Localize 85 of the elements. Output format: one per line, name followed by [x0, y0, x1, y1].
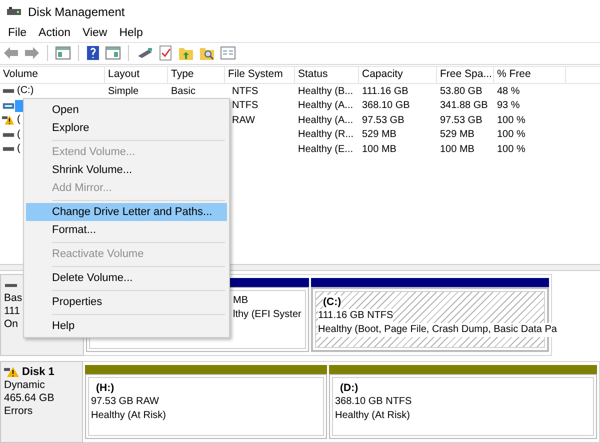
menu-item[interactable]: Action: [32, 26, 76, 39]
disk-info: Errors: [4, 404, 33, 418]
help-icon[interactable]: [86, 45, 100, 62]
table-cell-text: Simple: [107, 86, 140, 97]
column-header[interactable]: % Free: [494, 67, 566, 84]
table-cell-text: 341.88 GB: [439, 100, 489, 112]
drive-letter[interactable]: (: [15, 114, 22, 126]
window-title: Disk Management: [28, 4, 125, 19]
table-cell-text: 111.16 GB: [361, 86, 410, 97]
back-icon[interactable]: [3, 46, 19, 60]
folder-up-icon[interactable]: [178, 45, 194, 62]
pane-icon[interactable]: [105, 46, 121, 60]
menu-item[interactable]: View: [76, 26, 114, 39]
forward-icon[interactable]: [24, 46, 40, 60]
disk-info: 111: [4, 304, 20, 318]
column-header[interactable]: File System: [225, 67, 295, 84]
table-cell-text: Healthy (B...: [297, 86, 354, 97]
table-cell-text: 48 %: [496, 86, 521, 97]
table-cell-text: 53.80 GB: [439, 86, 484, 97]
disk-info: Dynamic: [4, 378, 45, 392]
partition-name: (D:): [340, 380, 358, 395]
table-cell-text: RAW: [231, 114, 256, 126]
table-cell-text: 100 %: [496, 114, 526, 126]
menu-item[interactable]: Help: [113, 26, 149, 39]
table-cell-text: 93 %: [496, 100, 521, 112]
partition-info: Healthy (At Risk): [91, 408, 166, 423]
context-menu-item[interactable]: Explore: [26, 119, 227, 137]
column-header[interactable]: Layout: [105, 67, 168, 84]
table-cell-text: 529 MB: [439, 129, 476, 140]
disk-name: Disk 1: [22, 366, 54, 378]
context-menu-item[interactable]: Delete Volume...: [26, 269, 227, 287]
context-menu-item[interactable]: Open: [26, 101, 227, 119]
table-cell-text: 97.53 GB: [439, 114, 484, 126]
checklist-icon[interactable]: [159, 45, 173, 62]
partition-info: 368.10 GB NTFS: [335, 394, 412, 409]
warning-icon: [2, 114, 15, 126]
partition-name: (H:): [96, 380, 114, 395]
column-header[interactable]: Free Spa...: [437, 67, 494, 84]
warning-icon: [4, 366, 20, 378]
context-menu-item[interactable]: Format...: [26, 221, 227, 239]
disk-info: Bas: [4, 292, 22, 305]
context-menu-item[interactable]: Help: [26, 317, 227, 335]
partition-info: 97.53 GB RAW: [91, 394, 159, 409]
disk-label-panel[interactable]: Disk 1 Dynamic 465.64 GB Errors: [0, 360, 83, 443]
context-menu-item[interactable]: Change Drive Letter and Paths...: [26, 203, 227, 221]
table-cell-text: NTFS: [231, 100, 260, 112]
partition-info: Healthy (At Risk): [335, 408, 410, 423]
disk-management-icon: [6, 6, 22, 18]
drive-letter[interactable]: (C:): [15, 85, 36, 98]
table-cell-text: Healthy (A...: [297, 114, 354, 126]
drive-icon[interactable]: [136, 46, 154, 60]
partition-info: 111.16 GB NTFS: [318, 308, 394, 323]
table-cell-text: 100 %: [496, 129, 526, 140]
table-cell-text: Healthy (A...: [297, 100, 354, 112]
table-cell-text: 100 MB: [439, 144, 476, 155]
column-header[interactable]: Volume: [0, 67, 105, 84]
table-cell-text: Basic: [170, 86, 196, 97]
disk-info: 465.64 GB: [4, 392, 54, 405]
menu-item[interactable]: File: [2, 26, 33, 39]
partition-info: MB: [233, 294, 248, 308]
drive-letter[interactable]: (: [15, 128, 22, 141]
context-menu-item[interactable]: Shrink Volume...: [26, 161, 227, 179]
properties-icon[interactable]: [220, 46, 236, 60]
folder-search-icon[interactable]: [199, 45, 215, 62]
table-cell-text: 97.53 GB: [361, 114, 406, 126]
column-header[interactable]: Type: [168, 67, 225, 84]
table-cell-text: 100 MB: [361, 144, 398, 155]
table-cell-text: 100 %: [496, 144, 526, 155]
table-cell-text: Healthy (R...: [297, 129, 355, 140]
partition-block[interactable]: (D:) 368.10 GB NTFS Healthy (At Risk): [329, 374, 597, 439]
partition-block[interactable]: (H:) 97.53 GB RAW Healthy (At Risk): [85, 374, 327, 439]
partition-info: lthy (EFI Syster: [233, 308, 302, 322]
console-tree-icon[interactable]: [55, 46, 71, 60]
table-cell-text: Healthy (E...: [297, 144, 354, 155]
column-header[interactable]: Status: [295, 67, 359, 84]
table-cell-text: 529 MB: [361, 129, 398, 140]
disk-info: On: [4, 318, 18, 331]
partition-info: Healthy (Boot, Page File, Crash Dump, Basic Data Pa: [318, 322, 557, 337]
partition-name: (C:): [323, 294, 342, 309]
column-header[interactable]: Capacity: [359, 67, 437, 84]
table-cell-text: 368.10 GB: [361, 100, 411, 112]
drive-letter[interactable]: (: [15, 143, 22, 156]
context-menu-item[interactable]: Properties: [26, 293, 227, 311]
table-cell-text: NTFS: [231, 86, 260, 97]
drive-icon: [2, 100, 15, 111]
